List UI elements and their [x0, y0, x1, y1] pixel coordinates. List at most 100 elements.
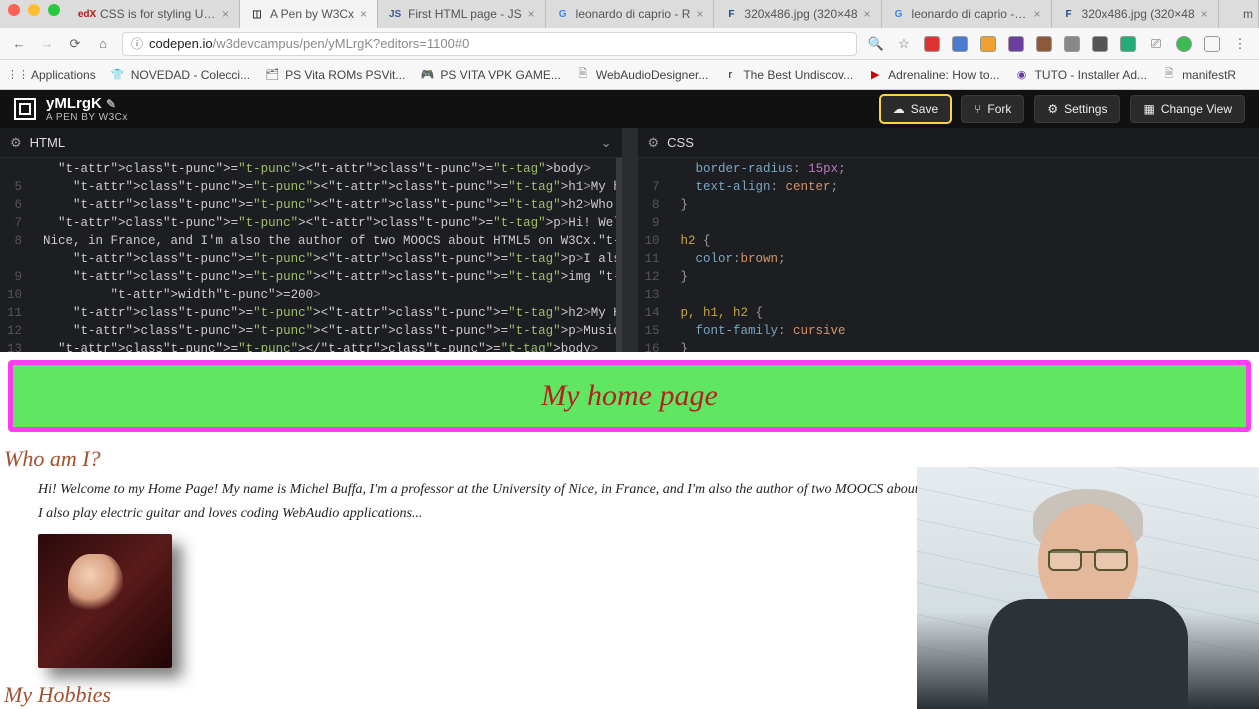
tab-title: leonardo di caprio - R — [576, 7, 691, 21]
bookmark-favicon-icon: 👕 — [110, 67, 126, 83]
html-editor-header: ⚙ HTML ⌄ — [0, 128, 622, 158]
html-code-area[interactable]: 56789101112131415 "t-attr">class"t-punc"… — [0, 158, 622, 352]
bookmark-label: PS VITA VPK GAME... — [440, 68, 560, 82]
tab-favicon-icon: G — [556, 7, 570, 21]
tab-title: 320x486.jpg (320×48 — [744, 7, 857, 21]
bookmark-label: TUTO - Installer Ad... — [1035, 68, 1147, 82]
browser-tab[interactable]: edXCSS is for styling Unit× — [70, 0, 240, 28]
fork-button[interactable]: ⑂Fork — [961, 95, 1024, 123]
bookmark-favicon-icon: 🗂 — [264, 67, 280, 83]
url-domain: codepen.io — [149, 36, 213, 51]
browser-tab[interactable]: F 320x486.jpg (320×48 × — [714, 0, 881, 28]
site-info-icon[interactable]: ⓘ — [131, 35, 143, 52]
bookmark-favicon-icon: ⋮⋮ — [10, 67, 26, 83]
tab-favicon-icon: JS — [388, 7, 402, 21]
bookmark-item[interactable]: 🗂PS Vita ROMs PSVit... — [264, 67, 405, 83]
bookmark-label: manifestR — [1182, 68, 1236, 82]
ext-icon-8[interactable] — [1119, 35, 1137, 53]
bookmark-item[interactable]: 👕 NOVEDAD - Colecci... — [110, 67, 250, 83]
browser-tab[interactable]: Gleonardo di caprio - Re× — [882, 0, 1052, 28]
browser-tab[interactable]: JS First HTML page - JS × — [378, 0, 546, 28]
editor-panes: ⚙ HTML ⌄ 56789101112131415 "t-attr">clas… — [0, 128, 1259, 352]
browser-tab[interactable]: F 320x486.jpg (320×48 × — [1052, 0, 1219, 28]
tab-close-icon[interactable]: × — [360, 7, 367, 21]
minimize-window-icon[interactable] — [28, 4, 40, 16]
codepen-logo-icon[interactable] — [14, 98, 36, 120]
ext-icon-4[interactable] — [1007, 35, 1025, 53]
ext-icon-2[interactable] — [951, 35, 969, 53]
browser-toolbar: ← → ⟳ ⌂ ⓘ codepen.io/w3devcampus/pen/yML… — [0, 28, 1259, 60]
tab-close-icon[interactable]: × — [528, 7, 535, 21]
tab-favicon-icon: edX — [80, 7, 94, 21]
settings-button[interactable]: ⚙Settings — [1034, 95, 1120, 123]
tab-favicon-icon: F — [724, 7, 738, 21]
bookmark-label: WebAudioDesigner... — [596, 68, 709, 82]
css-code-area[interactable]: 78910111213141516171819 border-radius: 1… — [638, 158, 1259, 352]
change-view-button[interactable]: ▦Change View — [1130, 95, 1245, 123]
reload-button[interactable]: ⟳ — [66, 36, 84, 52]
browser-tab[interactable]: ◫A Pen by W3Cx× — [240, 0, 378, 28]
html-collapse-icon[interactable]: ⌄ — [601, 135, 612, 151]
css-settings-icon[interactable]: ⚙ — [648, 135, 660, 151]
bookmark-item[interactable]: 🗎WebAudioDesigner... — [575, 67, 709, 83]
gear-icon: ⚙ — [1047, 102, 1058, 116]
html-editor: ⚙ HTML ⌄ 56789101112131415 "t-attr">clas… — [0, 128, 622, 352]
browser-tabstrip: edXCSS is for styling Unit×◫A Pen by W3C… — [0, 0, 1259, 28]
bookmark-favicon-icon: ◉ — [1014, 67, 1030, 83]
close-window-icon[interactable] — [8, 4, 20, 16]
bookmarks-bar: ⋮⋮Applications👕NOVEDAD - Colecci...🗂PS V… — [0, 60, 1259, 90]
tab-close-icon[interactable]: × — [864, 7, 871, 21]
ext-icon-7[interactable] — [1091, 35, 1109, 53]
edit-title-icon[interactable]: ✎ — [106, 97, 116, 111]
bookmark-item[interactable]: ▶Adrenaline: How to... — [867, 67, 999, 83]
bookmark-item[interactable]: rThe Best Undiscov... — [722, 67, 853, 83]
tab-close-icon[interactable]: × — [1034, 7, 1041, 21]
bookmark-item[interactable]: ⋮⋮ Applications — [10, 67, 96, 83]
layout-icon: ▦ — [1143, 102, 1154, 116]
webcam-overlay — [917, 467, 1259, 709]
zoom-icon[interactable]: 🔍 — [867, 35, 885, 53]
bookmark-label: NOVEDAD - Colecci... — [131, 68, 250, 82]
fork-icon: ⑂ — [974, 102, 981, 116]
save-button[interactable]: ☁Save — [880, 95, 951, 123]
url-path: /w3devcampus/pen/yMLrgK?editors=1100#0 — [213, 36, 470, 51]
tab-title: 320x486.jpg (320×48 — [1082, 7, 1195, 21]
tab-close-icon[interactable]: × — [222, 7, 229, 21]
codepen-header: yMLrgK ✎ A PEN BY W3Cx ☁Save ⑂Fork ⚙Sett… — [0, 90, 1259, 128]
tab-close-icon[interactable]: × — [1201, 7, 1208, 21]
ext-icon-3[interactable] — [979, 35, 997, 53]
bookmark-item[interactable]: 🎮PS VITA VPK GAME... — [419, 67, 560, 83]
chrome-menu-icon[interactable]: ⋮ — [1231, 35, 1249, 53]
pen-author: A PEN BY W3Cx — [46, 112, 128, 123]
browser-tab[interactable]: Gleonardo di caprio - R × — [546, 0, 715, 28]
bookmark-favicon-icon: 🗎 — [1161, 67, 1177, 83]
tab-favicon-icon: F — [1062, 7, 1076, 21]
cast-icon[interactable]: ⎚ — [1147, 35, 1165, 53]
profile-avatar-icon[interactable] — [1175, 35, 1193, 53]
ext-icon-6[interactable] — [1063, 35, 1081, 53]
bookmark-favicon-icon: r — [722, 67, 738, 83]
preview-h1: My home page — [8, 360, 1251, 432]
preview-profile-image — [38, 534, 172, 668]
css-editor: ⚙ CSS 78910111213141516171819 border-rad… — [622, 128, 1259, 352]
ext-icon-1[interactable] — [923, 35, 941, 53]
tab-favicon-icon: ◫ — [250, 7, 264, 21]
tab-overflow: m — [1238, 0, 1259, 28]
zoom-window-icon[interactable] — [48, 4, 60, 16]
home-button[interactable]: ⌂ — [94, 36, 112, 51]
tab-title: First HTML page - JS — [408, 7, 522, 21]
bookmark-item[interactable]: 🗎 manifestR — [1161, 67, 1236, 83]
ext-icon-9[interactable] — [1203, 35, 1221, 53]
html-settings-icon[interactable]: ⚙ — [10, 135, 22, 151]
cloud-icon: ☁ — [893, 102, 905, 116]
address-bar[interactable]: ⓘ codepen.io/w3devcampus/pen/yMLrgK?edit… — [122, 32, 857, 56]
bookmark-star-icon[interactable]: ☆ — [895, 35, 913, 53]
tab-title: leonardo di caprio - Re — [912, 7, 1028, 21]
bookmark-label: Applications — [31, 68, 96, 82]
bookmark-item[interactable]: ◉ TUTO - Installer Ad... — [1014, 67, 1147, 83]
forward-button[interactable]: → — [38, 36, 56, 51]
ext-icon-5[interactable] — [1035, 35, 1053, 53]
tab-close-icon[interactable]: × — [696, 7, 703, 21]
pen-title[interactable]: yMLrgK — [46, 95, 102, 112]
back-button[interactable]: ← — [10, 36, 28, 51]
